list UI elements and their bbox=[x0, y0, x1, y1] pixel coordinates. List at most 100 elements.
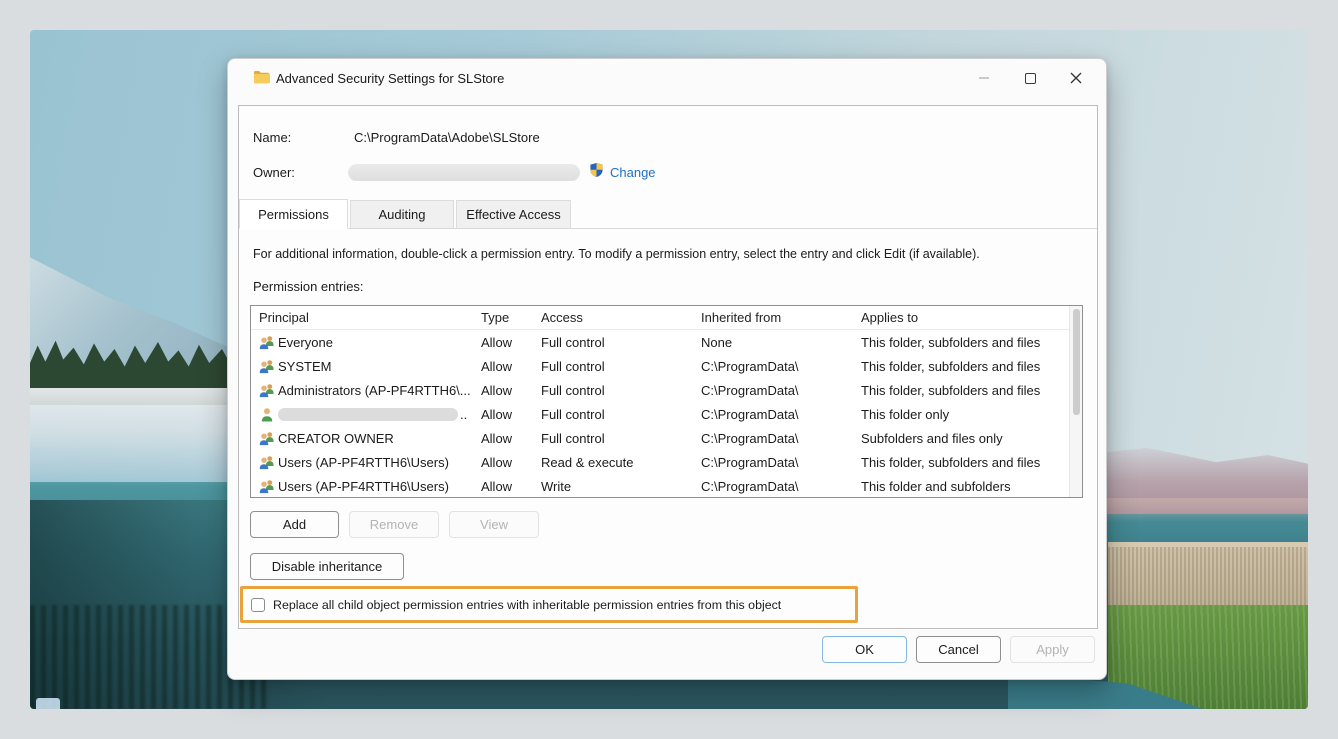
inherited-from-value: C:\ProgramData\ bbox=[701, 358, 799, 374]
group-icon bbox=[259, 359, 278, 374]
maximize-icon bbox=[1024, 72, 1036, 84]
taskbar-icon-fragment bbox=[36, 698, 60, 709]
table-header: Principal Type Access Inherited from App… bbox=[251, 306, 1069, 330]
principal-cell: Everyone bbox=[251, 335, 481, 350]
dialog-titlebar[interactable]: Advanced Security Settings for SLStore bbox=[228, 59, 1106, 97]
name-value: C:\ProgramData\Adobe\SLStore bbox=[354, 130, 540, 145]
replace-permissions-checkbox[interactable] bbox=[251, 597, 265, 612]
type-value: Allow bbox=[481, 454, 513, 470]
principal-cell: SYSTEM bbox=[251, 359, 481, 374]
maximize-button[interactable] bbox=[1008, 63, 1052, 93]
cancel-button[interactable]: Cancel bbox=[916, 636, 1001, 663]
inherited-from-value: C:\ProgramData\ bbox=[701, 382, 799, 398]
access-value: Write bbox=[541, 478, 572, 494]
type-value: Allow bbox=[481, 358, 513, 374]
principal-name: Users (AP-PF4RTTH6\Users) bbox=[278, 454, 449, 470]
view-button: View bbox=[449, 511, 539, 538]
wallpaper-reeds-field bbox=[1108, 547, 1308, 607]
column-header-access[interactable]: Access bbox=[541, 310, 701, 325]
type-value: Allow bbox=[481, 430, 513, 446]
tab-permissions[interactable]: Permissions bbox=[239, 199, 348, 229]
access-value: Full control bbox=[541, 334, 605, 350]
remove-button: Remove bbox=[349, 511, 439, 538]
permission-entry-row[interactable]: Users (AP-PF4RTTH6\Users) Allow Write C:\Pr… bbox=[251, 474, 1069, 498]
column-header-inherited-from[interactable]: Inherited from bbox=[701, 310, 861, 325]
permission-entries-table: Principal Type Access Inherited from App… bbox=[250, 305, 1083, 498]
permission-entry-row[interactable]: Administrators (AP-PF4RTTH6\... Allow Full… bbox=[251, 378, 1069, 402]
owner-label: Owner: bbox=[253, 165, 295, 180]
close-button[interactable] bbox=[1054, 63, 1098, 93]
permission-entry-row[interactable]: Everyone Allow Full control None This folder… bbox=[251, 330, 1069, 354]
permission-entry-row[interactable]: Users (AP-PF4RTTH6\Users) Allow Read & exe… bbox=[251, 450, 1069, 474]
table-scrollbar[interactable] bbox=[1069, 306, 1082, 497]
permission-entry-row[interactable]: .. Allow Full control C:\ProgramData\ This f… bbox=[251, 402, 1069, 426]
group-icon bbox=[259, 383, 278, 398]
minimize-icon bbox=[979, 77, 989, 79]
inherited-from-value: C:\ProgramData\ bbox=[701, 454, 799, 470]
content-panel: Name: C:\ProgramData\Adobe\SLStore Owner… bbox=[238, 105, 1098, 629]
name-label: Name: bbox=[253, 130, 292, 145]
access-value: Full control bbox=[541, 358, 605, 374]
table-body: Everyone Allow Full control None This folder… bbox=[251, 330, 1069, 498]
applies-to-value: This folder, subfolders and files bbox=[861, 358, 1041, 374]
ok-button[interactable]: OK bbox=[822, 636, 907, 663]
principal-name: .. bbox=[460, 406, 468, 422]
permission-entry-row[interactable]: SYSTEM Allow Full control C:\ProgramData\ Th… bbox=[251, 354, 1069, 378]
principal-name: Administrators (AP-PF4RTTH6\... bbox=[278, 382, 471, 398]
user-icon bbox=[259, 407, 278, 422]
close-icon bbox=[1070, 72, 1082, 84]
access-value: Full control bbox=[541, 382, 605, 398]
principal-cell: Administrators (AP-PF4RTTH6\... bbox=[251, 383, 481, 398]
group-icon bbox=[259, 335, 278, 350]
group-icon bbox=[259, 455, 278, 470]
permission-entry-row[interactable]: CREATOR OWNER Allow Full control C:\Program… bbox=[251, 426, 1069, 450]
principal-cell: Users (AP-PF4RTTH6\Users) bbox=[251, 455, 481, 470]
info-text: For additional information, double-click… bbox=[253, 247, 980, 261]
add-button[interactable]: Add bbox=[250, 511, 339, 538]
column-header-applies-to[interactable]: Applies to bbox=[861, 310, 1069, 325]
replace-permissions-label: Replace all child object permission entr… bbox=[273, 597, 782, 612]
type-value: Allow bbox=[481, 406, 513, 422]
principal-cell: Users (AP-PF4RTTH6\Users) bbox=[251, 479, 481, 494]
dialog-title: Advanced Security Settings for SLStore bbox=[276, 71, 505, 86]
inherited-from-value: C:\ProgramData\ bbox=[701, 478, 799, 494]
applies-to-value: This folder and subfolders bbox=[861, 478, 1011, 494]
group-icon bbox=[259, 479, 278, 494]
type-value: Allow bbox=[481, 334, 513, 350]
minimize-button bbox=[962, 63, 1006, 93]
group-icon bbox=[259, 431, 278, 446]
access-value: Full control bbox=[541, 430, 605, 446]
inherited-from-value: C:\ProgramData\ bbox=[701, 406, 799, 422]
tab-auditing[interactable]: Auditing bbox=[350, 200, 454, 228]
type-value: Allow bbox=[481, 478, 513, 494]
tab-strip: Permissions Auditing Effective Access bbox=[239, 199, 1097, 229]
tab-effective-access[interactable]: Effective Access bbox=[456, 200, 571, 228]
inherited-from-value: C:\ProgramData\ bbox=[701, 430, 799, 446]
redacted-principal-pill bbox=[278, 407, 458, 421]
applies-to-value: Subfolders and files only bbox=[861, 430, 1003, 446]
uac-shield-icon bbox=[589, 162, 604, 181]
owner-redacted-pill bbox=[348, 164, 580, 181]
scrollbar-thumb[interactable] bbox=[1073, 309, 1080, 415]
highlight-box: Replace all child object permission entr… bbox=[240, 586, 858, 623]
change-owner-link[interactable]: Change bbox=[610, 165, 656, 180]
column-header-type[interactable]: Type bbox=[481, 310, 541, 325]
permission-entries-label: Permission entries: bbox=[253, 279, 364, 294]
applies-to-value: This folder, subfolders and files bbox=[861, 382, 1041, 398]
principal-name: SYSTEM bbox=[278, 358, 332, 374]
column-header-principal[interactable]: Principal bbox=[251, 310, 481, 325]
disable-inheritance-button[interactable]: Disable inheritance bbox=[250, 553, 404, 580]
principal-cell: CREATOR OWNER bbox=[251, 431, 481, 446]
access-value: Full control bbox=[541, 406, 605, 422]
advanced-security-dialog: Advanced Security Settings for SLStore N… bbox=[227, 58, 1107, 680]
inherited-from-value: None bbox=[701, 334, 733, 350]
type-value: Allow bbox=[481, 382, 513, 398]
access-value: Read & execute bbox=[541, 454, 634, 470]
principal-name: Everyone bbox=[278, 334, 333, 350]
entry-action-buttons: Add Remove View bbox=[250, 511, 539, 538]
folder-icon bbox=[253, 70, 270, 87]
screenshot-frame: Advanced Security Settings for SLStore N… bbox=[0, 0, 1338, 739]
applies-to-value: This folder, subfolders and files bbox=[861, 454, 1041, 470]
applies-to-value: This folder only bbox=[861, 406, 950, 422]
principal-cell: .. bbox=[251, 407, 481, 422]
